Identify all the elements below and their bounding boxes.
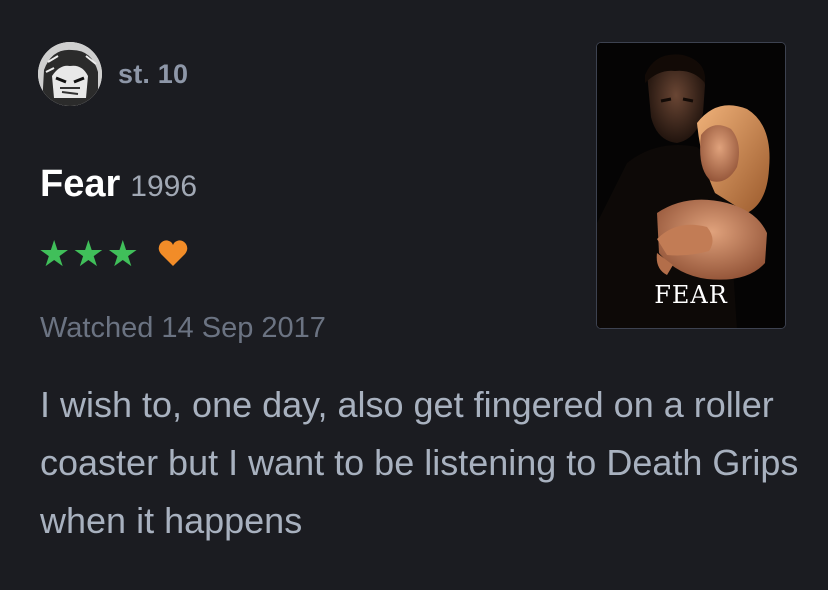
review-card: st. 10 Fear 1996 ★ ★ ★ Watched 14 Sep 20…: [0, 0, 828, 590]
film-title[interactable]: Fear: [40, 163, 120, 206]
avatar-icon: [38, 42, 102, 106]
star-icon: ★: [106, 233, 139, 274]
watched-date: Watched 14 Sep 2017: [40, 312, 326, 344]
film-heading[interactable]: Fear 1996: [40, 163, 197, 206]
film-year[interactable]: 1996: [130, 170, 197, 204]
film-poster[interactable]: FEAR: [596, 42, 786, 329]
star-icon: ★: [38, 233, 71, 274]
avatar[interactable]: [38, 42, 102, 106]
username[interactable]: st. 10: [118, 59, 188, 90]
heart-icon: [158, 240, 188, 266]
rating-row: ★ ★ ★: [38, 236, 189, 272]
star-icon: ★: [72, 233, 105, 274]
review-text: I wish to, one day, also get fingered on…: [40, 384, 799, 541]
poster-title: FEAR: [654, 281, 728, 309]
reviewer-row[interactable]: st. 10: [38, 42, 188, 106]
